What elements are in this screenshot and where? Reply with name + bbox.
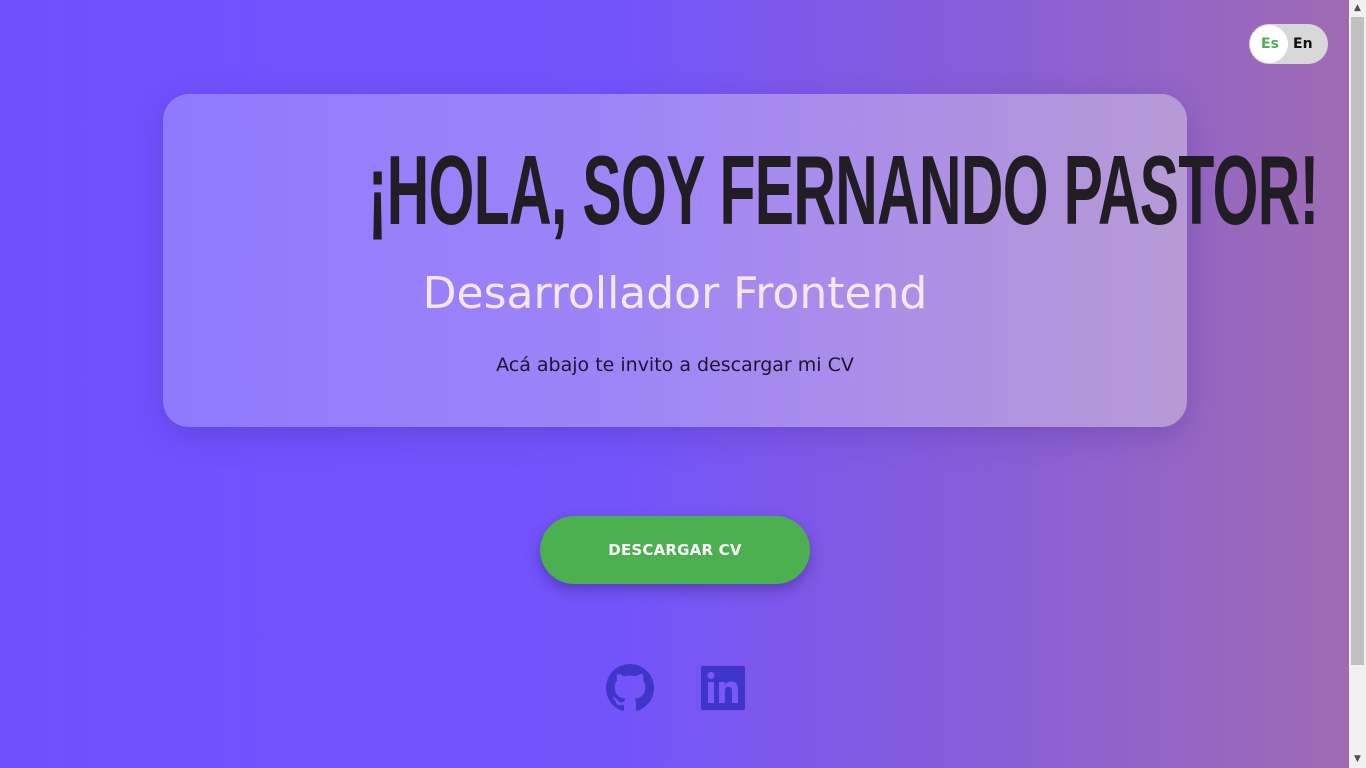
- page: Es En ¡HOLA, SOY FERNANDO PASTOR! Desarr…: [0, 0, 1349, 768]
- hero-card: ¡HOLA, SOY FERNANDO PASTOR! Desarrollado…: [163, 94, 1319, 427]
- linkedin-icon: [701, 666, 745, 710]
- scroll-up-arrow-icon[interactable]: ▲: [1349, 0, 1366, 17]
- lang-option-en[interactable]: En: [1293, 24, 1313, 64]
- hero-text: Acá abajo te invito a descargar mi CV: [496, 354, 854, 376]
- scroll-down-arrow-icon[interactable]: ▼: [1349, 751, 1366, 768]
- lang-option-es[interactable]: Es: [1261, 24, 1279, 64]
- hero-title: ¡HOLA, SOY FERNANDO PASTOR!: [367, 135, 1319, 245]
- github-link[interactable]: [606, 664, 654, 712]
- linkedin-link[interactable]: [699, 664, 747, 712]
- scrollbar-thumb[interactable]: [1351, 17, 1364, 665]
- download-cv-button[interactable]: DESCARGAR CV: [540, 516, 810, 584]
- github-icon: [606, 664, 654, 711]
- language-toggle[interactable]: Es En: [1249, 24, 1328, 64]
- hero-subtitle: Desarrollador Frontend: [422, 268, 928, 319]
- vertical-scrollbar[interactable]: ▲ ▼: [1349, 0, 1366, 768]
